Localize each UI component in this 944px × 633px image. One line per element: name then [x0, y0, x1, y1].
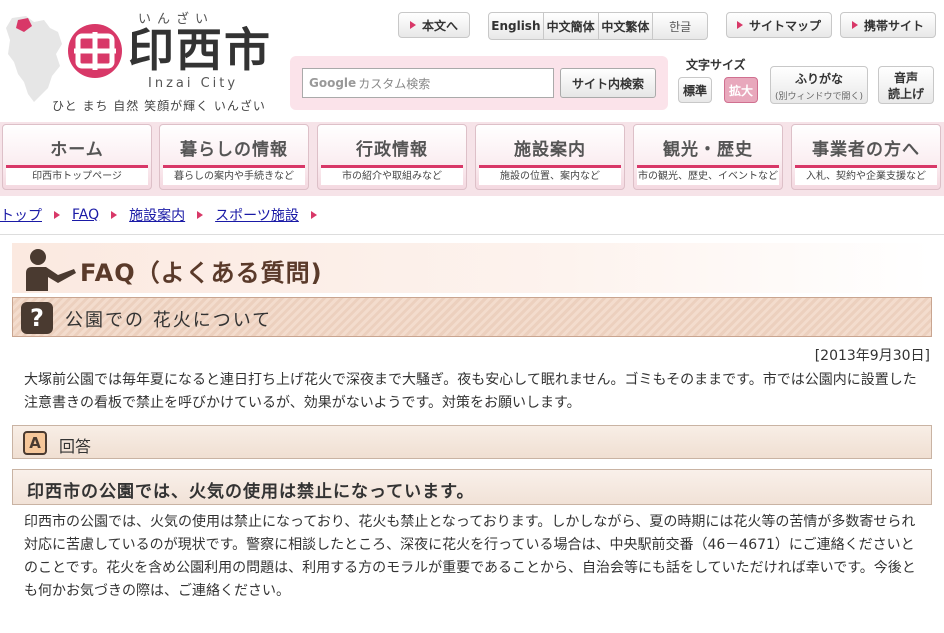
answer-heading: 印西市の公園では、火気の使用は禁止になっています。: [27, 482, 475, 502]
nav-home[interactable]: ホーム 印西市トップページ: [2, 124, 152, 190]
font-size-large-button[interactable]: 拡大: [724, 77, 758, 103]
answer-label: 回答: [59, 437, 92, 456]
mobile-site-button[interactable]: 携帯サイト: [840, 12, 936, 38]
question-title-bar: ? 公園での 花火について: [12, 297, 932, 337]
answer-icon: A: [23, 431, 47, 455]
search-area: Google カスタム検索 サイト内検索: [290, 56, 668, 110]
lang-korean[interactable]: 한글: [653, 13, 707, 39]
arrow-right-icon: [851, 21, 858, 29]
font-size-label: 文字サイズ: [686, 58, 746, 72]
faq-header: FAQ（よくある質問): [12, 243, 932, 293]
breadcrumb-arrow-icon: [310, 211, 317, 219]
logo-title[interactable]: 印西市: [128, 24, 272, 76]
nav-living-info[interactable]: 暮らしの情報 暮らしの案内や手続きなど: [159, 124, 309, 190]
breadcrumb-arrow-icon: [54, 211, 60, 219]
nav-business[interactable]: 事業者の方へ 入札、契約や企業支援など: [791, 124, 941, 190]
skip-to-content-button[interactable]: 本文へ: [398, 12, 470, 38]
arrow-right-icon: [736, 21, 743, 29]
google-logo: Google: [309, 76, 357, 90]
breadcrumb-sports[interactable]: スポーツ施設: [215, 205, 299, 225]
search-placeholder: カスタム検索: [358, 76, 431, 91]
breadcrumb-top[interactable]: トップ: [0, 205, 42, 225]
city-slogan: ひと まち 自然 笑顔が輝く いんざい: [52, 99, 266, 113]
teacher-pointing-icon: [26, 249, 76, 291]
nav-administration[interactable]: 行政情報 市の紹介や取組みなど: [317, 124, 467, 190]
city-emblem-icon: [68, 24, 122, 78]
breadcrumb-facilities[interactable]: 施設案内: [129, 205, 185, 225]
logo-english: Inzai City: [148, 76, 239, 91]
lang-english[interactable]: English: [489, 13, 544, 39]
site-search-button[interactable]: サイト内検索: [560, 68, 656, 98]
font-size-standard-button[interactable]: 標準: [678, 77, 712, 103]
nav-facilities[interactable]: 施設案内 施設の位置、案内など: [475, 124, 625, 190]
answer-label-bar: A 回答: [12, 425, 932, 459]
site-header: いんざい 印西市 Inzai City ひと まち 自然 笑顔が輝く いんざい …: [0, 0, 944, 122]
global-nav: ホーム 印西市トップページ 暮らしの情報 暮らしの案内や手続きなど 行政情報 市…: [0, 122, 944, 196]
nav-tourism-history[interactable]: 観光・歴史 市の観光、歴史、イベントなど: [633, 124, 783, 190]
voice-readout-button[interactable]: 音声 読上げ: [878, 66, 934, 104]
post-date: [2013年9月30日]: [814, 348, 930, 364]
breadcrumb-faq[interactable]: FAQ: [72, 207, 99, 223]
answer-body: 印西市の公園では、火気の使用は禁止になっており、花火も禁止となっております。しか…: [24, 514, 916, 599]
main-content: FAQ（よくある質問) ? 公園での 花火について [2013年9月30日] 大…: [0, 234, 944, 633]
question-icon: ?: [21, 302, 53, 334]
breadcrumb-arrow-icon: [111, 211, 118, 219]
search-input[interactable]: Google カスタム検索: [302, 68, 554, 98]
furigana-button[interactable]: ふりがな (別ウィンドウで開く): [770, 66, 868, 104]
sitemap-button[interactable]: サイトマップ: [726, 12, 832, 38]
language-selector: English 中文簡体 中文繁体 한글: [488, 12, 708, 40]
arrow-right-icon: [409, 21, 416, 29]
breadcrumb-arrow-icon: [197, 211, 204, 219]
question-body: 大塚前公園では毎年夏になると連日打ち上げ花火で深夜まで大騒ぎ。夜も安心して眠れま…: [24, 372, 917, 411]
breadcrumb: トップ FAQ 施設案内 スポーツ施設: [0, 204, 329, 226]
question-title: 公園での 花火について: [65, 310, 273, 331]
chiba-map-icon: [6, 16, 62, 102]
lang-chinese-traditional[interactable]: 中文繁体: [599, 13, 654, 39]
answer-heading-bar: 印西市の公園では、火気の使用は禁止になっています。: [12, 469, 932, 505]
page-title: FAQ（よくある質問): [80, 259, 323, 287]
lang-chinese-simplified[interactable]: 中文簡体: [544, 13, 599, 39]
